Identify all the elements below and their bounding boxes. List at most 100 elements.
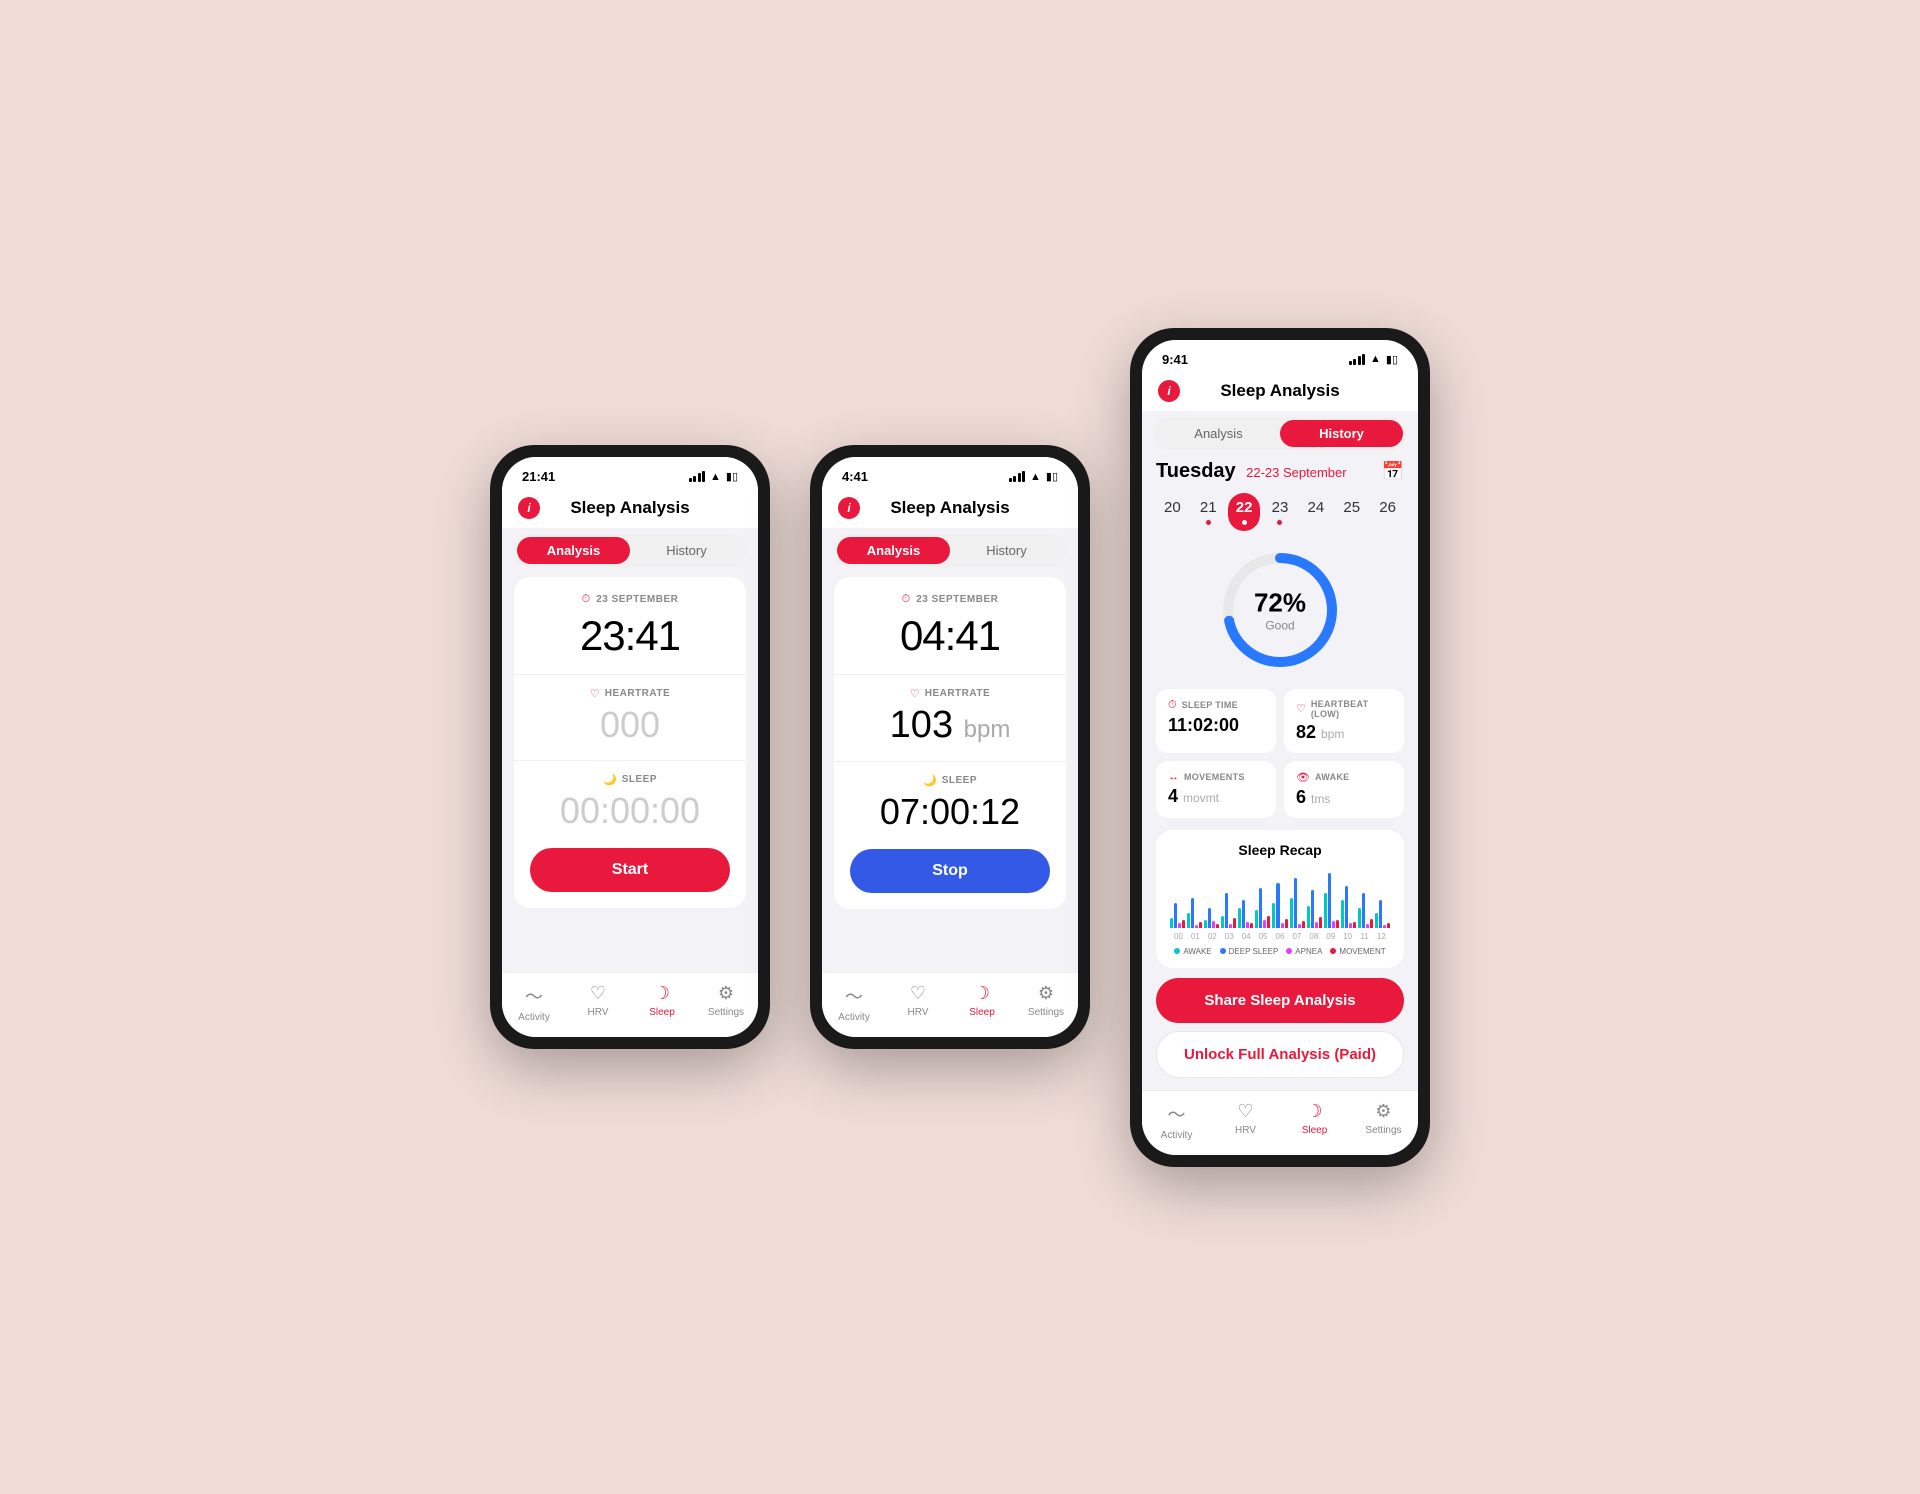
divider-2b <box>834 761 1066 762</box>
bar-group-10 <box>1341 886 1356 928</box>
nav-settings-1[interactable]: ⚙ Settings <box>694 983 758 1023</box>
phone-2: 4:41 ▲ ▮▯ i <box>810 445 1090 1049</box>
tab-history-3[interactable]: History <box>1280 420 1403 447</box>
date-pill-26[interactable]: 26 <box>1371 493 1404 531</box>
battery-icon-1: ▮▯ <box>726 470 738 483</box>
bar-11-1 <box>1362 893 1365 928</box>
heart-stat-icon: ♡ <box>1296 702 1306 715</box>
sleep-time-label: SLEEP TIME <box>1182 700 1238 710</box>
bar-3-0 <box>1221 916 1224 928</box>
bar-group-0 <box>1170 903 1185 928</box>
date-pill-22[interactable]: 22 <box>1228 493 1261 531</box>
sleep-nav-icon-2: ☽ <box>974 983 990 1004</box>
tab-history-2[interactable]: History <box>950 537 1063 564</box>
stat-movements: ↔ MOVEMENTS 4 movmt <box>1156 761 1276 818</box>
tab-bar-2: Analysis History <box>834 534 1066 567</box>
date-pill-25[interactable]: 25 <box>1335 493 1368 531</box>
tab-analysis-2[interactable]: Analysis <box>837 537 950 564</box>
bar-9-2 <box>1332 921 1335 928</box>
nav-sleep-1[interactable]: ☽ Sleep <box>630 983 694 1023</box>
activity-icon-3: 〜 <box>1168 1101 1186 1127</box>
legend-deep sleep: DEEP SLEEP <box>1220 947 1279 956</box>
circle-chart-container: 72% Good <box>1156 545 1404 675</box>
nav-settings-2[interactable]: ⚙ Settings <box>1014 983 1078 1023</box>
heart-icon-2: ♡ <box>910 687 920 700</box>
app-header-1: i Sleep Analysis <box>502 490 758 528</box>
bar-12-1 <box>1379 900 1382 928</box>
bar-chart <box>1170 868 1390 928</box>
nav-sleep-3[interactable]: ☽ Sleep <box>1280 1101 1349 1141</box>
unlock-button[interactable]: Unlock Full Analysis (Paid) <box>1156 1031 1404 1078</box>
nav-sleep-2[interactable]: ☽ Sleep <box>950 983 1014 1023</box>
hrv-icon-3: ♡ <box>1237 1101 1253 1122</box>
date-pill-20[interactable]: 20 <box>1156 493 1189 531</box>
bar-3-1 <box>1225 893 1228 928</box>
nav-activity-3[interactable]: 〜 Activity <box>1142 1101 1211 1141</box>
x-label-09: 09 <box>1322 932 1339 941</box>
bar-1-1 <box>1191 898 1194 928</box>
tab-analysis-3[interactable]: Analysis <box>1157 420 1280 447</box>
status-time-1: 21:41 <box>522 469 555 484</box>
heart-icon-1: ♡ <box>590 687 600 700</box>
x-label-00: 00 <box>1170 932 1187 941</box>
nav-label-sleep-1: Sleep <box>649 1007 675 1018</box>
date-pill-21[interactable]: 21 <box>1192 493 1225 531</box>
bar-group-4 <box>1238 900 1253 928</box>
screen-content-1: ⏱ 23 SEPTEMBER 23:41 ♡ HEARTRATE 000 <box>502 577 758 972</box>
share-button[interactable]: Share Sleep Analysis <box>1156 978 1404 1023</box>
bar-7-0 <box>1290 898 1293 928</box>
heartbeat-label: HEARTBEAT (LOW) <box>1311 699 1392 719</box>
signal-bars-1 <box>689 471 706 482</box>
sleep-value-1: 00:00:00 <box>530 790 730 832</box>
chart-legend: AWAKEDEEP SLEEPAPNEAMOVEMENT <box>1170 947 1390 956</box>
bar-group-6 <box>1272 883 1287 928</box>
divider-1b <box>514 760 746 761</box>
bar-8-1 <box>1311 890 1314 928</box>
settings-icon-1: ⚙ <box>718 983 734 1004</box>
nav-settings-3[interactable]: ⚙ Settings <box>1349 1101 1418 1141</box>
nav-hrv-3[interactable]: ♡ HRV <box>1211 1101 1280 1141</box>
nav-hrv-2[interactable]: ♡ HRV <box>886 983 950 1023</box>
date-picker-3: 20212223242526 <box>1156 493 1404 531</box>
bar-8-0 <box>1307 906 1310 928</box>
big-time-1: 23:41 <box>530 612 730 660</box>
wifi-icon-1: ▲ <box>710 471 721 483</box>
stat-heartbeat: ♡ HEARTBEAT (LOW) 82 bpm <box>1284 689 1404 753</box>
stat-awake: 👁 AWAKE 6 tms <box>1284 761 1404 818</box>
info-icon-3[interactable]: i <box>1158 380 1180 402</box>
nav-activity-1[interactable]: 〜 Activity <box>502 983 566 1023</box>
x-label-07: 07 <box>1288 932 1305 941</box>
tab-history-1[interactable]: History <box>630 537 743 564</box>
legend-apnea: APNEA <box>1286 947 1322 956</box>
x-label-06: 06 <box>1272 932 1289 941</box>
day-range-3: 22-23 September <box>1246 465 1346 480</box>
sleep-nav-icon-1: ☽ <box>654 983 670 1004</box>
main-card-1: ⏱ 23 SEPTEMBER 23:41 ♡ HEARTRATE 000 <box>514 577 746 908</box>
info-icon-2[interactable]: i <box>838 497 860 519</box>
bottom-nav-2: 〜 Activity ♡ HRV ☽ Sleep ⚙ Settings <box>822 972 1078 1037</box>
date-pill-23[interactable]: 23 <box>1264 493 1297 531</box>
tab-analysis-1[interactable]: Analysis <box>517 537 630 564</box>
movements-label: MOVEMENTS <box>1184 772 1245 782</box>
main-card-2: ⏱ 23 SEPTEMBER 04:41 ♡ HEARTRATE 103 <box>834 577 1066 909</box>
date-text-1: 23 SEPTEMBER <box>596 594 678 605</box>
status-icons-2: ▲ ▮▯ <box>1009 470 1059 483</box>
app-title-2: Sleep Analysis <box>890 498 1009 518</box>
bar-6-2 <box>1281 923 1284 928</box>
status-icons-3: ▲ ▮▯ <box>1349 353 1399 366</box>
date-text-2: 23 SEPTEMBER <box>916 594 998 605</box>
info-icon-1[interactable]: i <box>518 497 540 519</box>
x-label-10: 10 <box>1339 932 1356 941</box>
phone-1: 21:41 ▲ ▮▯ i <box>490 445 770 1049</box>
start-button-1[interactable]: Start <box>530 848 730 892</box>
hr-value-1: 000 <box>530 704 730 746</box>
stop-button-2[interactable]: Stop <box>850 849 1050 893</box>
calendar-icon-3[interactable]: 📅 <box>1382 461 1404 482</box>
nav-hrv-1[interactable]: ♡ HRV <box>566 983 630 1023</box>
nav-activity-2[interactable]: 〜 Activity <box>822 983 886 1023</box>
bar-5-3 <box>1267 916 1270 928</box>
bar-group-9 <box>1324 873 1339 928</box>
screen-content-2: ⏱ 23 SEPTEMBER 04:41 ♡ HEARTRATE 103 <box>822 577 1078 972</box>
date-pill-24[interactable]: 24 <box>1300 493 1333 531</box>
bar-10-2 <box>1349 923 1352 928</box>
